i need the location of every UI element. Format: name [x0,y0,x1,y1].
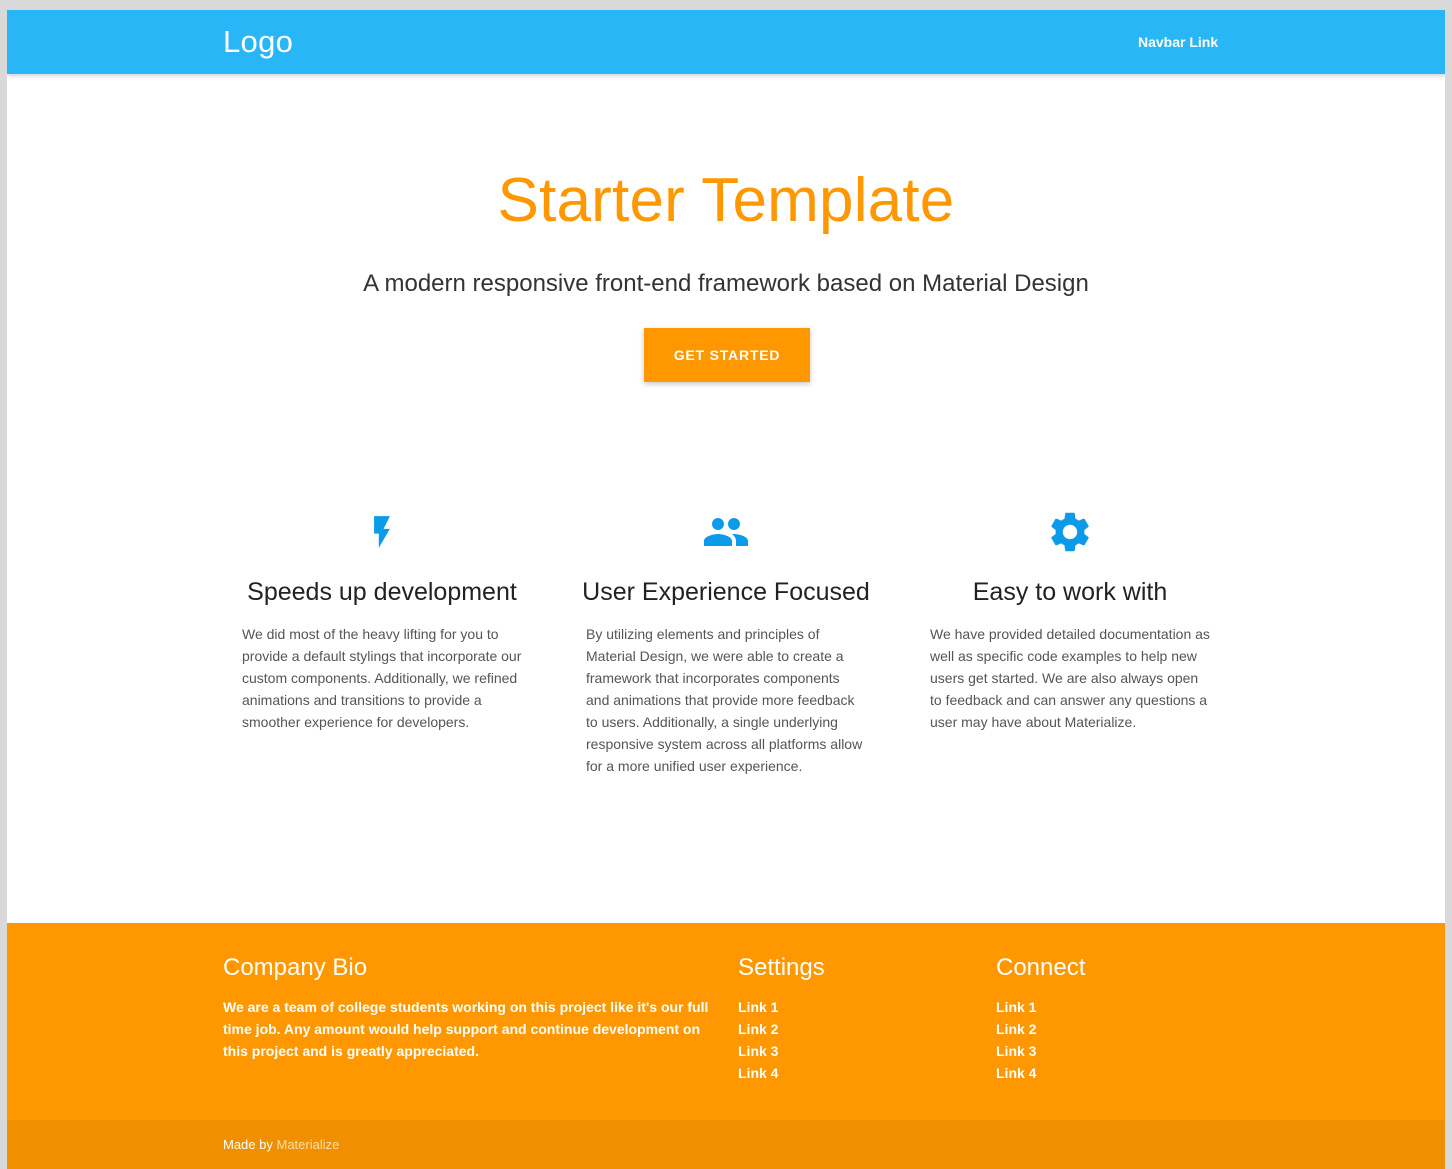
feature-speed: Speeds up development We did most of the… [232,508,532,733]
footer-settings-link[interactable]: Link 1 [738,999,778,1015]
group-icon [700,508,752,556]
footer-connect-links: Link 1 Link 2 Link 3 Link 4 [996,996,1085,1084]
feature-ux: User Experience Focused By utilizing ele… [576,508,876,777]
footer-connect-link[interactable]: Link 3 [996,1043,1036,1059]
footer-connect: Connect Link 1 Link 2 Link 3 Link 4 [996,954,1085,1084]
materialize-link[interactable]: Materialize [276,1137,339,1152]
settings-icon [1044,508,1096,556]
footer-connect-link[interactable]: Link 4 [996,1065,1036,1081]
feature-text: We have provided detailed documentation … [930,626,1210,730]
footer-bio-text: We are a team of college students workin… [223,999,709,1059]
hero-title: Starter Template [497,166,955,235]
footer-settings: Settings Link 1 Link 2 Link 3 Link 4 [738,954,825,1084]
footer-bio-title: Company Bio [223,954,368,981]
footer-connect-title: Connect [996,954,1086,981]
footer-copyright: Made by Materialize [7,1120,1445,1169]
flash-icon [356,508,408,556]
footer-connect-link[interactable]: Link 1 [996,999,1036,1015]
hero-subtitle: A modern responsive front-end framework … [363,270,1089,297]
footer-settings-link[interactable]: Link 2 [738,1021,778,1037]
footer-settings-link[interactable]: Link 4 [738,1065,778,1081]
navbar-link[interactable]: Navbar Link [1138,34,1218,50]
copyright-text: Made by Materialize [223,1137,339,1152]
feature-text: By utilizing elements and principles of … [586,626,863,774]
page-frame: Logo Navbar Link Starter Template A mode… [7,10,1445,1169]
footer-settings-link[interactable]: Link 3 [738,1043,778,1059]
get-started-button[interactable]: GET STARTED [644,328,810,382]
copyright-prefix: Made by [223,1137,277,1152]
feature-easy: Easy to work with We have provided detai… [920,508,1220,733]
feature-text: We did most of the heavy lifting for you… [242,626,522,730]
footer: Company Bio We are a team of college stu… [7,923,1445,1169]
footer-settings-links: Link 1 Link 2 Link 3 Link 4 [738,996,825,1084]
feature-title: Easy to work with [972,578,1168,606]
feature-title: Speeds up development [247,578,517,606]
footer-bio: Company Bio We are a team of college stu… [223,954,723,1062]
footer-settings-title: Settings [738,954,825,981]
footer-connect-link[interactable]: Link 2 [996,1021,1036,1037]
navbar: Logo Navbar Link [7,10,1445,74]
logo-link[interactable]: Logo [223,24,293,60]
feature-title: User Experience Focused [582,578,870,606]
